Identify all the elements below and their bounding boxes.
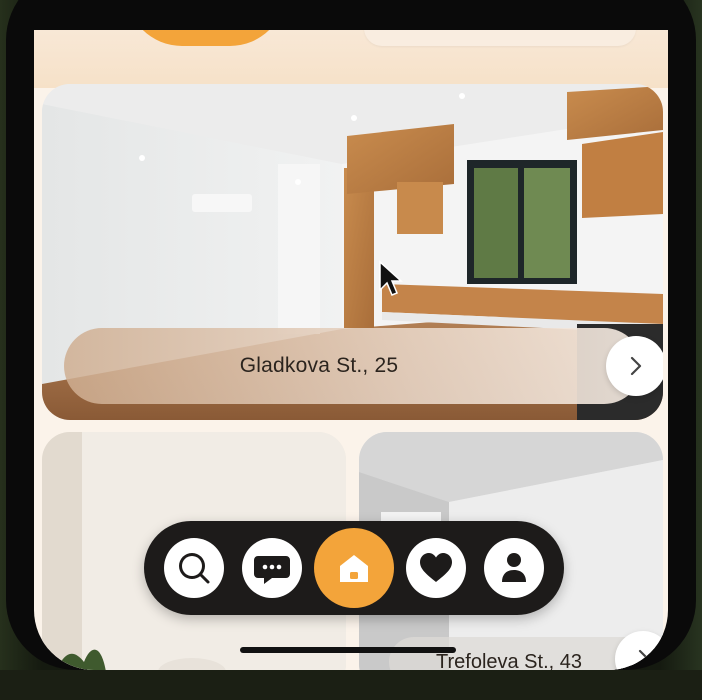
user-icon [502,553,526,582]
listing-card[interactable]: Gladkova St., 25 [42,84,663,420]
bottom-navigation [144,521,564,615]
header-accent-button[interactable] [126,30,286,46]
home-indicator[interactable] [240,647,456,653]
nav-favorites-button[interactable] [406,538,466,598]
open-listing-button[interactable] [606,336,663,396]
search-icon [179,553,210,584]
nav-messages-button[interactable] [242,538,302,598]
listing-address: Gladkova St., 25 [239,354,399,377]
nav-home-button[interactable] [314,528,394,608]
chevron-right-icon [630,356,642,376]
chat-icon [254,556,290,584]
heart-icon [420,553,452,582]
app-screen: Gladkova St., 25 Trefoleva St., 43 [34,30,668,670]
header-search-pill[interactable] [364,30,636,46]
listing-address: Trefoleva St., 43 [436,651,582,670]
address-bar[interactable]: Gladkova St., 25 [64,328,642,404]
header-area [34,30,668,88]
nav-search-button[interactable] [164,538,224,598]
nav-profile-button[interactable] [484,538,544,598]
chevron-right-icon [638,649,650,669]
home-icon [340,555,368,582]
